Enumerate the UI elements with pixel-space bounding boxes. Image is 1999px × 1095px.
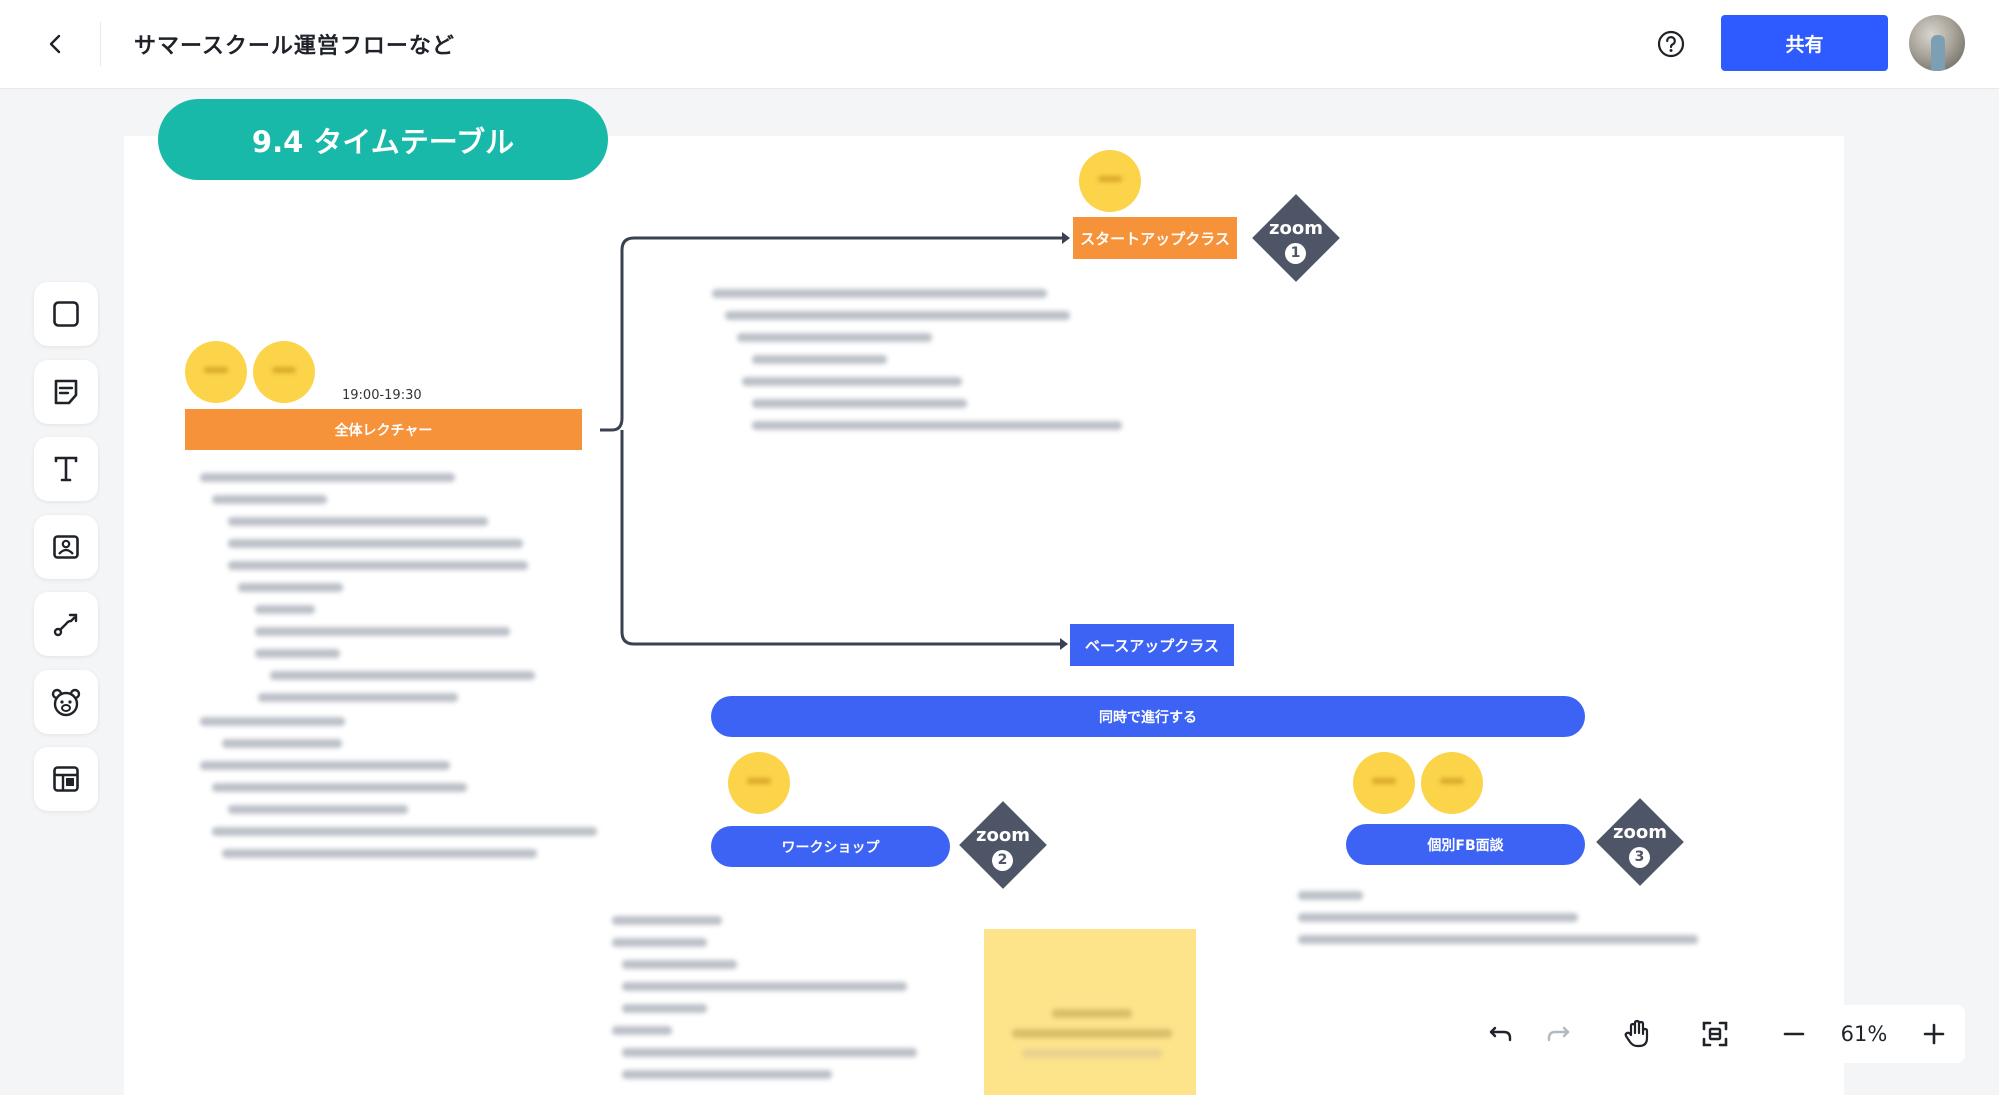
zoom-number: 3 (1629, 847, 1650, 868)
image-icon (53, 534, 79, 559)
tool-rectangle[interactable] (34, 282, 98, 346)
node-individual-fb[interactable]: 個別FB面談 (1346, 824, 1585, 865)
zoom-label: zoom (976, 825, 1030, 846)
template-icon (53, 766, 79, 792)
zoom-number: 2 (992, 850, 1013, 871)
node-startup-class[interactable]: スタートアップクラス (1073, 217, 1237, 259)
fit-screen-icon (1702, 1021, 1728, 1047)
plus-icon[interactable] (1920, 1020, 1948, 1048)
member-circle[interactable] (185, 341, 247, 403)
zoom-badge-3[interactable]: zoom 3 (1596, 798, 1684, 886)
sticky-note[interactable] (984, 929, 1196, 1095)
zoom-badge-1[interactable]: zoom 1 (1252, 194, 1340, 282)
left-toolbar (34, 282, 98, 825)
connector-icon (53, 613, 78, 637)
redo-icon[interactable] (1544, 1020, 1572, 1048)
minus-icon[interactable] (1780, 1020, 1808, 1048)
member-circle[interactable] (253, 341, 315, 403)
node-parallel[interactable]: 同時で進行する (711, 696, 1585, 737)
fit-screen-button[interactable] (1684, 1005, 1746, 1063)
tool-template[interactable] (34, 747, 98, 811)
rectangle-icon (53, 301, 79, 327)
member-circle[interactable] (1079, 150, 1141, 212)
member-circle[interactable] (1421, 752, 1483, 814)
node-lecture[interactable]: 全体レクチャー (185, 409, 582, 450)
zoom-badge-2[interactable]: zoom 2 (959, 801, 1047, 889)
time-label: 19:00-19:30 (342, 388, 422, 403)
node-workshop[interactable]: ワークショップ (711, 826, 950, 867)
zoom-number: 1 (1285, 243, 1306, 264)
tool-image[interactable] (34, 514, 98, 579)
tool-sticker[interactable] (34, 669, 98, 734)
member-circle[interactable] (728, 752, 790, 814)
tool-sticky-note[interactable] (34, 359, 98, 424)
node-baseup-class[interactable]: ベースアップクラス (1070, 624, 1234, 666)
history-controls (1472, 1005, 1586, 1063)
member-circle[interactable] (1353, 752, 1415, 814)
bear-sticker-icon (51, 688, 81, 716)
undo-icon[interactable] (1487, 1020, 1515, 1048)
hand-tool[interactable] (1606, 1005, 1668, 1063)
zoom-level[interactable]: 61% (1841, 1022, 1888, 1046)
zoom-controls: 61% (1763, 1005, 1965, 1063)
hand-icon (1624, 1019, 1649, 1048)
text-icon (54, 456, 78, 482)
zoom-label: zoom (1269, 218, 1323, 239)
zoom-label: zoom (1613, 822, 1667, 843)
section-title[interactable]: 9.4 タイムテーブル (158, 99, 608, 180)
tool-text[interactable] (34, 437, 98, 501)
tool-connector[interactable] (34, 592, 98, 656)
sticky-note-icon (54, 379, 78, 404)
